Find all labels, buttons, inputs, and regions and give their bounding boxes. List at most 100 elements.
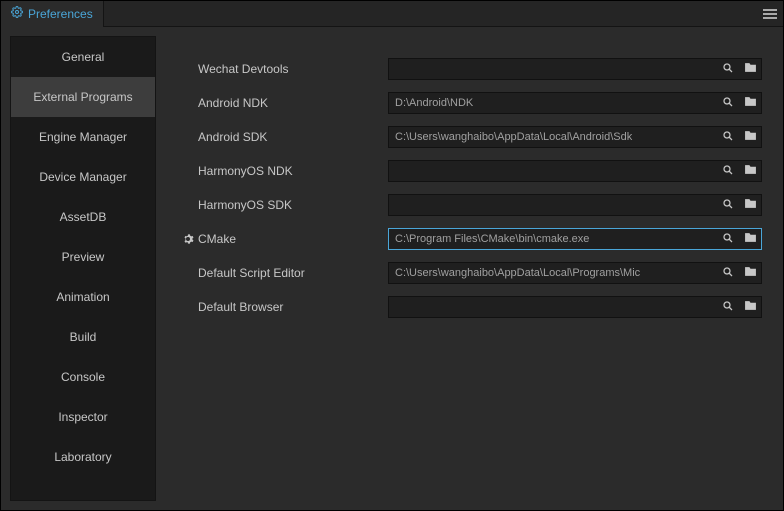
setting-row-harmonyos-sdk: HarmonyOS SDK: [180, 194, 762, 216]
folder-icon: [744, 231, 757, 247]
search-icon: [722, 62, 734, 77]
folder-icon: [744, 197, 757, 213]
titlebar: Preferences: [1, 1, 783, 27]
sidebar-item-console[interactable]: Console: [11, 357, 155, 397]
icon-buttons: [717, 194, 762, 216]
folder-icon: [744, 163, 757, 179]
sidebar-item-label: Build: [70, 330, 97, 344]
path-field: [388, 92, 717, 114]
path-field: [388, 262, 717, 284]
path-input[interactable]: [389, 97, 717, 109]
browse-button[interactable]: [739, 127, 761, 147]
path-field: [388, 160, 717, 182]
path-input[interactable]: [389, 301, 717, 313]
sidebar-item-label: Laboratory: [54, 450, 111, 464]
browse-button[interactable]: [739, 263, 761, 283]
search-button[interactable]: [717, 263, 739, 283]
gear-icon[interactable]: [180, 233, 198, 245]
browse-button[interactable]: [739, 161, 761, 181]
sidebar-item-label: Console: [61, 370, 105, 384]
sidebar-item-engine-manager[interactable]: Engine Manager: [11, 117, 155, 157]
setting-row-harmonyos-ndk: HarmonyOS NDK: [180, 160, 762, 182]
tab-title: Preferences: [28, 7, 93, 21]
icon-buttons: [717, 228, 762, 250]
settings-icon: [11, 6, 23, 21]
field-wrap: [388, 58, 762, 80]
path-field: [388, 194, 717, 216]
sidebar-item-label: Engine Manager: [39, 130, 127, 144]
browse-button[interactable]: [739, 229, 761, 249]
menu-button[interactable]: [757, 1, 783, 27]
folder-icon: [744, 265, 757, 281]
sidebar-item-animation[interactable]: Animation: [11, 277, 155, 317]
setting-label: Android NDK: [198, 96, 388, 110]
sidebar-item-label: AssetDB: [60, 210, 107, 224]
folder-icon: [744, 61, 757, 77]
sidebar-item-external-programs[interactable]: External Programs: [11, 77, 155, 117]
icon-buttons: [717, 296, 762, 318]
sidebar-item-general[interactable]: General: [11, 37, 155, 77]
path-input[interactable]: [389, 267, 717, 279]
tab-preferences[interactable]: Preferences: [1, 1, 104, 27]
sidebar-item-device-manager[interactable]: Device Manager: [11, 157, 155, 197]
path-input[interactable]: [389, 131, 717, 143]
field-wrap: [388, 194, 762, 216]
search-icon: [722, 198, 734, 213]
setting-label: Android SDK: [198, 130, 388, 144]
sidebar-item-label: External Programs: [33, 90, 132, 104]
search-button[interactable]: [717, 195, 739, 215]
sidebar-item-label: General: [62, 50, 105, 64]
browse-button[interactable]: [739, 93, 761, 113]
field-wrap: [388, 228, 762, 250]
sidebar: General External Programs Engine Manager De…: [10, 36, 156, 501]
path-input[interactable]: [389, 165, 717, 177]
field-wrap: [388, 160, 762, 182]
icon-buttons: [717, 92, 762, 114]
search-button[interactable]: [717, 59, 739, 79]
setting-label: HarmonyOS NDK: [198, 164, 388, 178]
browse-button[interactable]: [739, 297, 761, 317]
search-icon: [722, 96, 734, 111]
content: General External Programs Engine Manager De…: [1, 27, 783, 510]
sidebar-item-inspector[interactable]: Inspector: [11, 397, 155, 437]
search-icon: [722, 130, 734, 145]
search-button[interactable]: [717, 127, 739, 147]
search-icon: [722, 164, 734, 179]
path-field: [388, 58, 717, 80]
setting-label: CMake: [198, 232, 388, 246]
field-wrap: [388, 92, 762, 114]
path-field: [388, 296, 717, 318]
sidebar-item-label: Animation: [56, 290, 109, 304]
icon-buttons: [717, 160, 762, 182]
folder-icon: [744, 129, 757, 145]
setting-label: Default Script Editor: [198, 266, 388, 280]
sidebar-item-laboratory[interactable]: Laboratory: [11, 437, 155, 477]
sidebar-item-preview[interactable]: Preview: [11, 237, 155, 277]
search-button[interactable]: [717, 229, 739, 249]
setting-label: HarmonyOS SDK: [198, 198, 388, 212]
search-icon: [722, 266, 734, 281]
field-wrap: [388, 262, 762, 284]
search-button[interactable]: [717, 93, 739, 113]
folder-icon: [744, 95, 757, 111]
setting-row-android-ndk: Android NDK: [180, 92, 762, 114]
sidebar-item-build[interactable]: Build: [11, 317, 155, 357]
sidebar-item-label: Preview: [62, 250, 105, 264]
browse-button[interactable]: [739, 59, 761, 79]
setting-row-wechat-devtools: Wechat Devtools: [180, 58, 762, 80]
sidebar-item-assetdb[interactable]: AssetDB: [11, 197, 155, 237]
field-wrap: [388, 126, 762, 148]
sidebar-item-label: Device Manager: [39, 170, 126, 184]
search-button[interactable]: [717, 297, 739, 317]
path-input[interactable]: [389, 63, 717, 75]
path-input[interactable]: [389, 233, 717, 245]
setting-label: Default Browser: [198, 300, 388, 314]
search-button[interactable]: [717, 161, 739, 181]
path-field: [388, 228, 717, 250]
browse-button[interactable]: [739, 195, 761, 215]
sidebar-item-label: Inspector: [58, 410, 107, 424]
path-input[interactable]: [389, 199, 717, 211]
setting-row-default-script-editor: Default Script Editor: [180, 262, 762, 284]
icon-buttons: [717, 58, 762, 80]
setting-row-default-browser: Default Browser: [180, 296, 762, 318]
